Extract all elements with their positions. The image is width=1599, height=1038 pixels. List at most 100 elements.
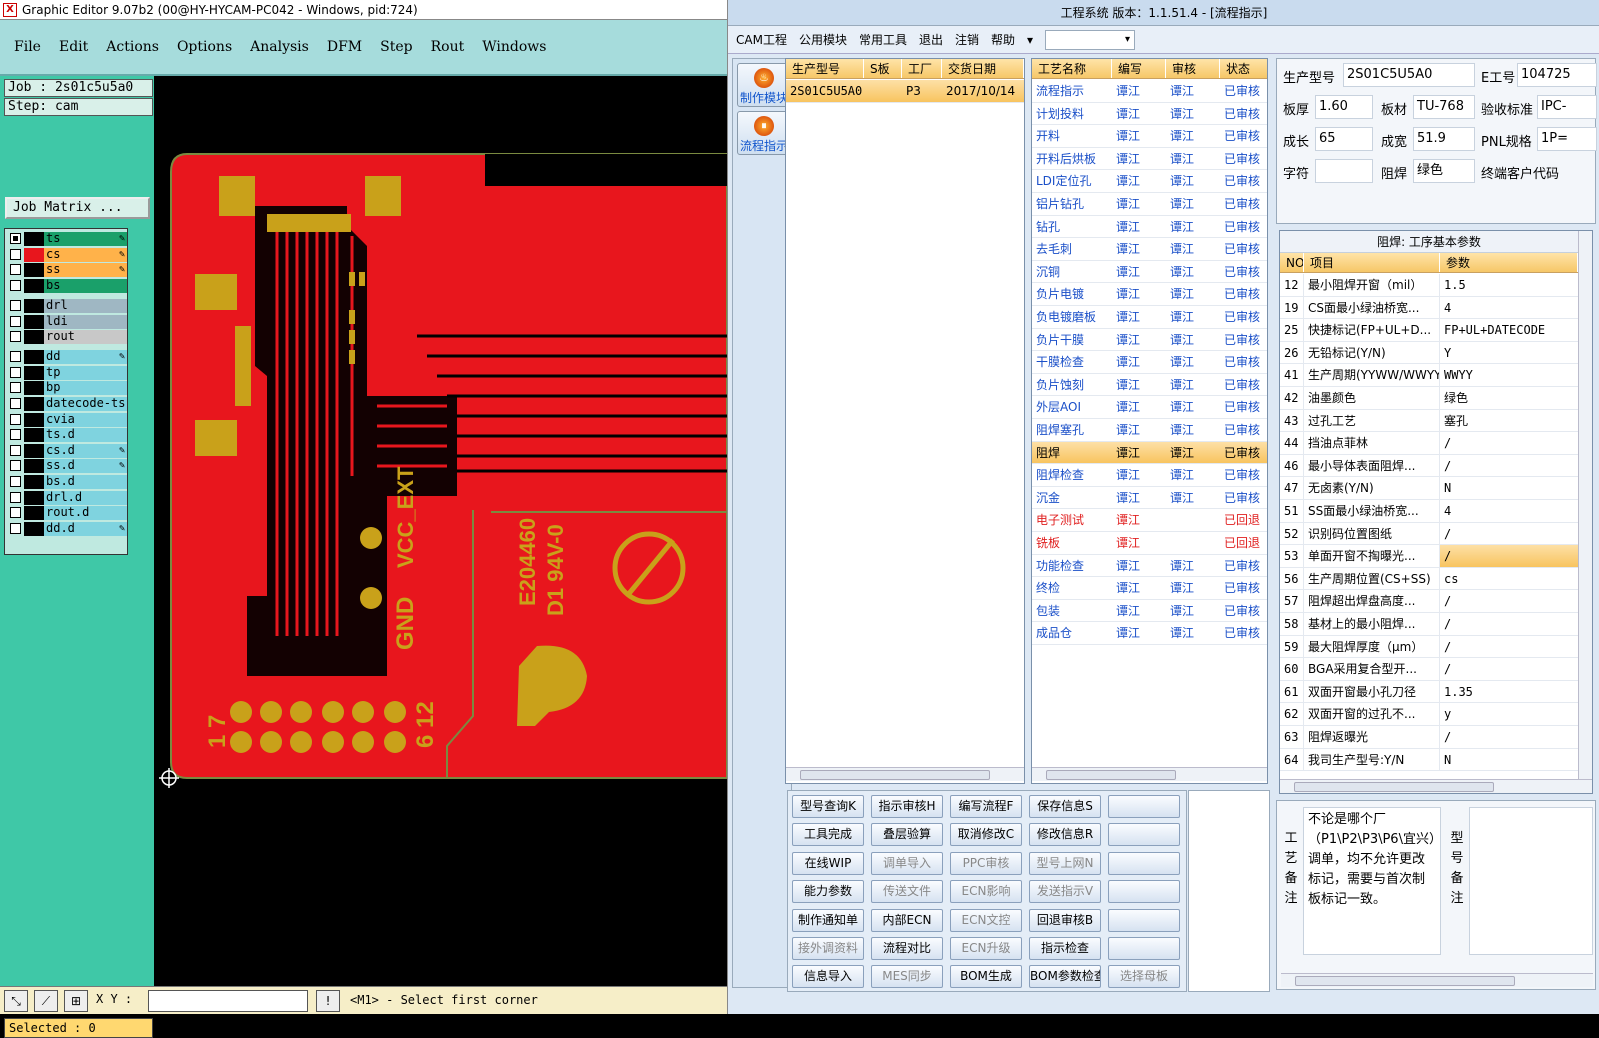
param-row[interactable]: 60 BGA采用复合型开... / (1280, 658, 1578, 681)
layer-row-bs[interactable]: bs (8, 279, 127, 293)
process-row[interactable]: 功能检查 谭江 谭江 已审核 (1032, 555, 1267, 578)
mask-field[interactable]: 绿色 (1413, 159, 1475, 183)
process-row[interactable]: 负电镀磨板 谭江 谭江 已审核 (1032, 306, 1267, 329)
char-field[interactable] (1315, 159, 1373, 183)
action-button-2-3[interactable]: 型号上网N (1029, 851, 1101, 875)
action-button-6-2[interactable]: BOM生成 (950, 965, 1022, 989)
action-button-3-2[interactable]: ECN影响 (950, 880, 1022, 904)
material-field[interactable]: TU-768 (1413, 95, 1475, 119)
process-remark-text[interactable]: 不论是哪个厂（P1\P2\P3\P6\宜兴）调单，均不允许更改标记，需要与首次制… (1303, 807, 1441, 955)
process-row[interactable]: 铣板 谭江 已回退 (1032, 532, 1267, 555)
menu-dfm[interactable]: DFM (327, 39, 362, 55)
process-row[interactable]: 负片蚀刻 谭江 谭江 已审核 (1032, 374, 1267, 397)
layer-checkbox[interactable] (10, 300, 21, 311)
order-row[interactable]: 2S01C5U5A0 P3 2017/10/14 (786, 80, 1024, 103)
layer-checkbox[interactable] (10, 382, 21, 393)
action-button-5-0[interactable]: 接外调资料 (792, 937, 864, 960)
action-button-1-3[interactable]: 修改信息R (1029, 823, 1101, 847)
action-button-2-2[interactable]: PPC审核 (950, 851, 1022, 875)
layer-checkbox[interactable] (10, 476, 21, 487)
menu-item-3[interactable]: 退出 (919, 31, 943, 48)
action-button-6-4[interactable]: 选择母板 (1108, 965, 1180, 989)
menu-combo[interactable]: ▾ (1045, 29, 1136, 50)
process-row[interactable]: 终检 谭江 谭江 已审核 (1032, 577, 1267, 600)
action-button-2-4[interactable] (1108, 851, 1180, 875)
process-row[interactable]: 去毛刺 谭江 谭江 已审核 (1032, 238, 1267, 261)
order-col-header[interactable]: S板 (864, 59, 902, 78)
menu-step[interactable]: Step (380, 39, 412, 55)
pnl-field[interactable]: 1P= (1537, 127, 1597, 151)
action-button-1-2[interactable]: 取消修改C (950, 823, 1022, 847)
menu-rout[interactable]: Rout (431, 39, 465, 55)
width-field[interactable]: 51.9 (1413, 127, 1475, 151)
param-row[interactable]: 56 生产周期位置(CS+SS) cs (1280, 567, 1578, 591)
action-button-4-1[interactable]: 内部ECN (871, 908, 943, 932)
layer-row-rout[interactable]: rout (8, 330, 127, 344)
param-row[interactable]: 63 阻焊返曝光 / (1280, 726, 1578, 749)
action-button-0-0[interactable]: 型号查询K (792, 795, 864, 818)
process-row[interactable]: 钻孔 谭江 谭江 已审核 (1032, 216, 1267, 239)
layer-checkbox[interactable] (10, 264, 21, 275)
action-button-0-3[interactable]: 保存信息S (1029, 795, 1101, 818)
action-button-3-3[interactable]: 发送指示V (1029, 880, 1101, 904)
action-button-0-2[interactable]: 编写流程F (950, 795, 1022, 818)
action-button-3-0[interactable]: 能力参数 (792, 880, 864, 904)
layer-checkbox[interactable] (10, 398, 21, 409)
action-button-0-1[interactable]: 指示审核H (871, 795, 943, 818)
layer-row-ts-d[interactable]: ts.d (8, 428, 127, 442)
process-row[interactable]: LDI定位孔 谭江 谭江 已审核 (1032, 170, 1267, 193)
action-button-4-2[interactable]: ECN文控 (950, 908, 1022, 932)
layer-row-bs-d[interactable]: bs.d (8, 475, 127, 489)
menu-windows[interactable]: Windows (482, 39, 546, 55)
menu-analysis[interactable]: Analysis (250, 39, 309, 55)
sidebar-item-make[interactable]: ♨ 制作模块 (737, 63, 791, 107)
param-row[interactable]: 26 无铅标记(Y/N) Y (1280, 341, 1578, 365)
action-button-5-2[interactable]: ECN升级 (950, 937, 1022, 960)
xy-input[interactable] (148, 990, 308, 1012)
layer-row-ss-d[interactable]: ss.d ✎ (8, 459, 127, 473)
param-row[interactable]: 47 无卤素(Y/N) N (1280, 477, 1578, 500)
layer-row-rout-d[interactable]: rout.d (8, 506, 127, 520)
process-row[interactable]: 开料后烘板 谭江 谭江 已审核 (1032, 148, 1267, 171)
layer-checkbox[interactable] (10, 316, 21, 327)
process-hscroll[interactable] (1032, 767, 1267, 781)
action-button-6-1[interactable]: MES同步 (871, 965, 943, 989)
process-row[interactable]: 包装 谭江 谭江 已审核 (1032, 600, 1267, 623)
process-row[interactable]: 成品仓 谭江 谭江 已审核 (1032, 622, 1267, 645)
process-row[interactable]: 电子测试 谭江 已回退 (1032, 509, 1267, 532)
action-button-1-1[interactable]: 叠层验算 (871, 823, 943, 847)
param-row[interactable]: 46 最小导体表面阻焊... / (1280, 454, 1578, 478)
action-button-3-4[interactable] (1108, 880, 1180, 904)
length-field[interactable]: 65 (1315, 127, 1373, 151)
alert-icon[interactable]: ! (316, 990, 340, 1012)
param-cell-val[interactable]: 1.35 (1440, 681, 1578, 703)
eno-field[interactable]: 104725 (1517, 63, 1597, 87)
param-cell-val[interactable]: / (1440, 613, 1578, 635)
param-row[interactable]: 52 识别码位置图纸 / (1280, 522, 1578, 546)
layer-row-tp[interactable]: tp (8, 366, 127, 380)
process-row[interactable]: 沉铜 谭江 谭江 已审核 (1032, 261, 1267, 284)
layer-row-drl-d[interactable]: drl.d (8, 491, 127, 505)
param-row[interactable]: 42 油墨颜色 绿色 (1280, 387, 1578, 410)
layer-checkbox[interactable] (10, 523, 21, 534)
action-button-5-1[interactable]: 流程对比 (871, 937, 943, 960)
layer-row-dd-d[interactable]: dd.d ✎ (8, 522, 127, 536)
process-row[interactable]: 负片电镀 谭江 谭江 已审核 (1032, 283, 1267, 306)
param-row[interactable]: 43 过孔工艺 塞孔 (1280, 409, 1578, 433)
param-row[interactable]: 62 双面开窗的过孔不... y (1280, 703, 1578, 726)
param-cell-val[interactable]: / (1440, 523, 1578, 545)
layer-checkbox[interactable] (10, 367, 21, 378)
param-cell-val[interactable]: 塞孔 (1440, 410, 1578, 432)
zoom-icon[interactable]: ⤡ (4, 990, 28, 1012)
layer-row-datecode-ts[interactable]: datecode-ts (8, 397, 127, 411)
menu-item-0[interactable]: CAM工程 (736, 31, 787, 48)
measure-icon[interactable]: ⟋ (34, 990, 58, 1012)
process-row[interactable]: 干膜检查 谭江 谭江 已审核 (1032, 351, 1267, 374)
action-button-6-0[interactable]: 信息导入 (792, 965, 864, 989)
param-cell-val[interactable]: / (1440, 636, 1578, 658)
param-cell-val[interactable]: / (1440, 726, 1578, 748)
layer-row-bp[interactable]: bp (8, 381, 127, 395)
process-col-header[interactable]: 编写 (1112, 59, 1166, 78)
param-row[interactable]: 59 最大阻焊厚度（μm） / (1280, 635, 1578, 659)
menu-actions[interactable]: Actions (106, 39, 159, 55)
